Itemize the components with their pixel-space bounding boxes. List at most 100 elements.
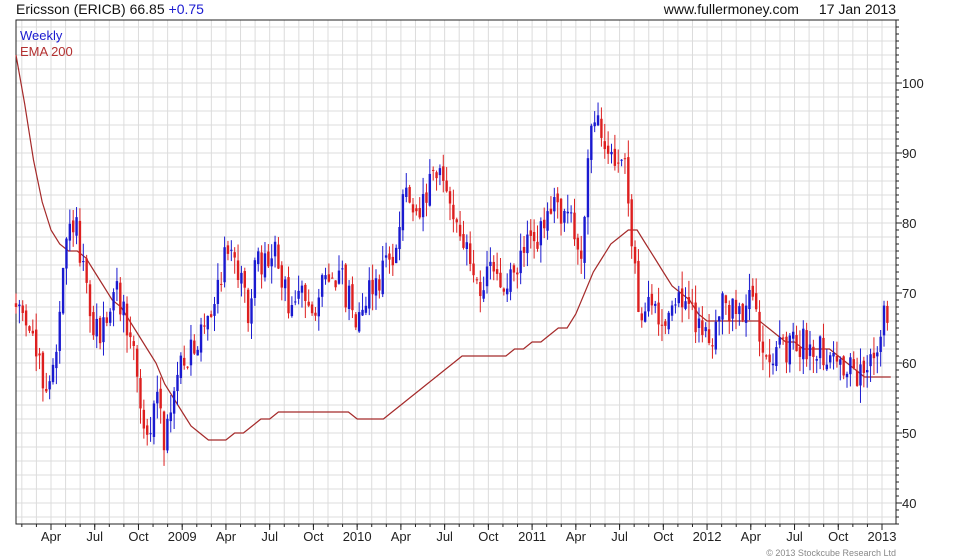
- candle-body: [502, 288, 506, 292]
- candle-body: [664, 321, 667, 326]
- candle-body: [425, 192, 428, 203]
- candle: [489, 247, 492, 280]
- y-tick-label: 50: [902, 426, 916, 441]
- candle: [812, 339, 815, 374]
- candle-body: [398, 226, 401, 250]
- candle-body: [556, 193, 559, 203]
- candle: [627, 140, 630, 217]
- candle-body: [711, 345, 714, 347]
- candle-body: [697, 318, 701, 328]
- candle-body: [290, 305, 294, 317]
- candle-body: [193, 340, 196, 354]
- candle: [388, 246, 391, 274]
- candle: [724, 294, 728, 315]
- candle-body: [802, 328, 805, 360]
- candle: [741, 302, 744, 323]
- candle-body: [765, 355, 768, 357]
- candle: [529, 219, 532, 249]
- candle: [408, 184, 411, 204]
- candle: [684, 287, 687, 311]
- candle-body: [795, 335, 798, 352]
- candle: [711, 338, 714, 359]
- candle: [146, 418, 149, 446]
- candle-body: [701, 320, 704, 336]
- x-tick-label: Jul: [611, 529, 628, 544]
- y-axis: 40 50 60 70 80 90 100: [896, 19, 924, 525]
- candle: [394, 244, 398, 264]
- x-tick-label: 2011: [518, 529, 546, 544]
- candle-body: [593, 122, 596, 127]
- candle: [438, 164, 442, 186]
- candle: [509, 262, 512, 301]
- candle-body: [431, 169, 435, 171]
- x-tick-label: Jul: [786, 529, 803, 544]
- candle-body: [738, 306, 741, 315]
- candle: [314, 306, 317, 321]
- candle-body: [55, 351, 58, 369]
- candle-body: [38, 353, 41, 356]
- candle: [445, 167, 448, 193]
- candle-body: [45, 388, 48, 392]
- candle-body: [75, 217, 78, 236]
- candle-body: [448, 191, 452, 204]
- candle-body: [14, 303, 18, 307]
- candle-body: [408, 187, 411, 203]
- candle: [485, 250, 489, 294]
- candle-body: [788, 335, 792, 365]
- candle-body: [415, 208, 418, 212]
- candle-body: [465, 242, 469, 249]
- candle-body: [146, 425, 149, 435]
- candle: [337, 255, 341, 285]
- candle-body: [260, 252, 263, 275]
- candle-body: [532, 232, 536, 242]
- candle: [886, 300, 889, 331]
- candle: [431, 166, 435, 181]
- candle-body: [199, 324, 203, 353]
- candle: [354, 312, 358, 331]
- candle-body: [866, 370, 869, 373]
- copyright-notice: © 2013 Stockcube Research Ltd: [766, 548, 896, 558]
- y-tick-label: 40: [902, 496, 916, 511]
- candle: [307, 289, 310, 308]
- candle-body: [334, 280, 337, 288]
- candle: [849, 353, 852, 387]
- candle: [556, 187, 559, 219]
- candle-body: [637, 260, 640, 312]
- candle-body: [630, 199, 633, 247]
- candle: [304, 283, 307, 319]
- candle-body: [341, 268, 344, 270]
- candle-body: [428, 173, 432, 206]
- candle: [866, 355, 869, 388]
- candle: [600, 107, 603, 147]
- candle-body: [58, 311, 61, 351]
- candle: [18, 299, 21, 324]
- candle-body: [18, 304, 21, 307]
- candle-body: [458, 224, 462, 237]
- y-tick-label: 70: [902, 286, 916, 301]
- candle-body: [798, 347, 802, 357]
- x-tick-label: Jul: [86, 529, 103, 544]
- candle: [149, 416, 152, 442]
- chart-legend: Weekly EMA 200: [20, 28, 73, 60]
- candle: [273, 235, 277, 268]
- candle: [189, 324, 193, 376]
- candle-body: [647, 296, 650, 312]
- candle: [179, 352, 183, 385]
- candle-body: [522, 246, 526, 253]
- candle-body: [559, 198, 563, 224]
- candle: [92, 305, 95, 340]
- candle-body: [822, 337, 825, 366]
- candle: [331, 272, 334, 279]
- candle-body: [371, 279, 374, 295]
- x-tick-label: Oct: [828, 529, 849, 544]
- candle-body: [778, 337, 781, 345]
- x-tick-label: Apr: [566, 529, 587, 544]
- candle: [768, 338, 771, 378]
- candle-body: [125, 303, 129, 336]
- candle-body: [327, 274, 331, 282]
- candle: [519, 233, 522, 285]
- candle: [613, 134, 617, 171]
- candle: [378, 274, 381, 299]
- candle-body: [882, 305, 886, 336]
- candle-body: [391, 256, 395, 266]
